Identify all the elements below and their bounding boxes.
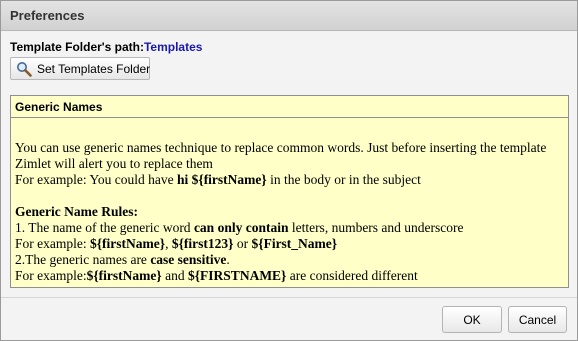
set-templates-folder-label: Set Templates Folder [37,61,151,76]
magnifier-icon [16,61,32,77]
rule-1-example-sep-2: or [233,236,252,251]
rule-2-example-prefix: For example: [15,268,87,283]
ok-button-label: OK [463,312,481,327]
template-folder-path-value: Templates [143,40,203,54]
rule-2-text-a: 2.The generic names are [15,252,151,267]
rule-1-example-3: ${First_Name} [251,236,338,251]
dialog-titlebar[interactable]: Preferences [1,1,577,31]
rule-1-text-b: letters, numbers and underscore [288,220,464,235]
cancel-button-label: Cancel [518,312,557,327]
rule-1-bold: can only contain [193,220,289,235]
rule-1-example-sep-1: , [165,236,172,251]
generic-names-panel: Generic Names You can use generic names … [10,95,569,288]
intro-example-prefix: For example: You could have [15,172,177,187]
rule-2-example-2: ${FIRSTNAME} [187,268,287,283]
rule-2-example-mid: and [161,268,188,283]
rule-1-text-a: 1. The name of the generic word [15,220,194,235]
rule-1-example-2: ${first123} [171,236,234,251]
rule-1-example-line: For example: ${firstName}, ${first123} o… [15,236,568,252]
intro-line-2: Zimlet will alert you to replace them [15,156,213,171]
cancel-button[interactable]: Cancel [508,306,567,333]
preferences-dialog: Preferences Template Folder's path:Templ… [0,0,578,341]
ok-button[interactable]: OK [442,306,502,333]
dialog-title: Preferences [10,8,85,23]
template-folder-path-label: Template Folder's path: [10,40,144,54]
rule-1-example-prefix: For example: [15,236,90,251]
generic-names-header: Generic Names [11,96,568,118]
intro-example-line: For example: You could have hi ${firstNa… [15,172,568,188]
rule-2-line: 2.The generic names are case sensitive. [15,252,568,268]
footer-divider [1,297,577,298]
rule-1-example-1: ${firstName} [89,236,166,251]
generic-names-body: You can use generic names technique to r… [15,140,568,284]
rule-1-line: 1. The name of the generic word can only… [15,220,568,236]
set-templates-folder-button[interactable]: Set Templates Folder [10,57,150,80]
intro-example-suffix: in the body or in the subject [266,172,421,187]
intro-line-1: You can use generic names technique to r… [15,140,547,155]
rule-2-example-1: ${firstName} [86,268,162,283]
rule-2-example-suffix: are considered different [286,268,418,283]
rule-2-example-line: For example:${firstName} and ${FIRSTNAME… [15,268,568,284]
rule-2-text-b: . [226,252,230,267]
rules-title: Generic Name Rules: [15,204,138,219]
intro-example-code: hi ${firstName} [176,172,267,187]
template-folder-path-row: Template Folder's path:Templates [10,40,202,54]
rule-2-bold: case sensitive [150,252,227,267]
